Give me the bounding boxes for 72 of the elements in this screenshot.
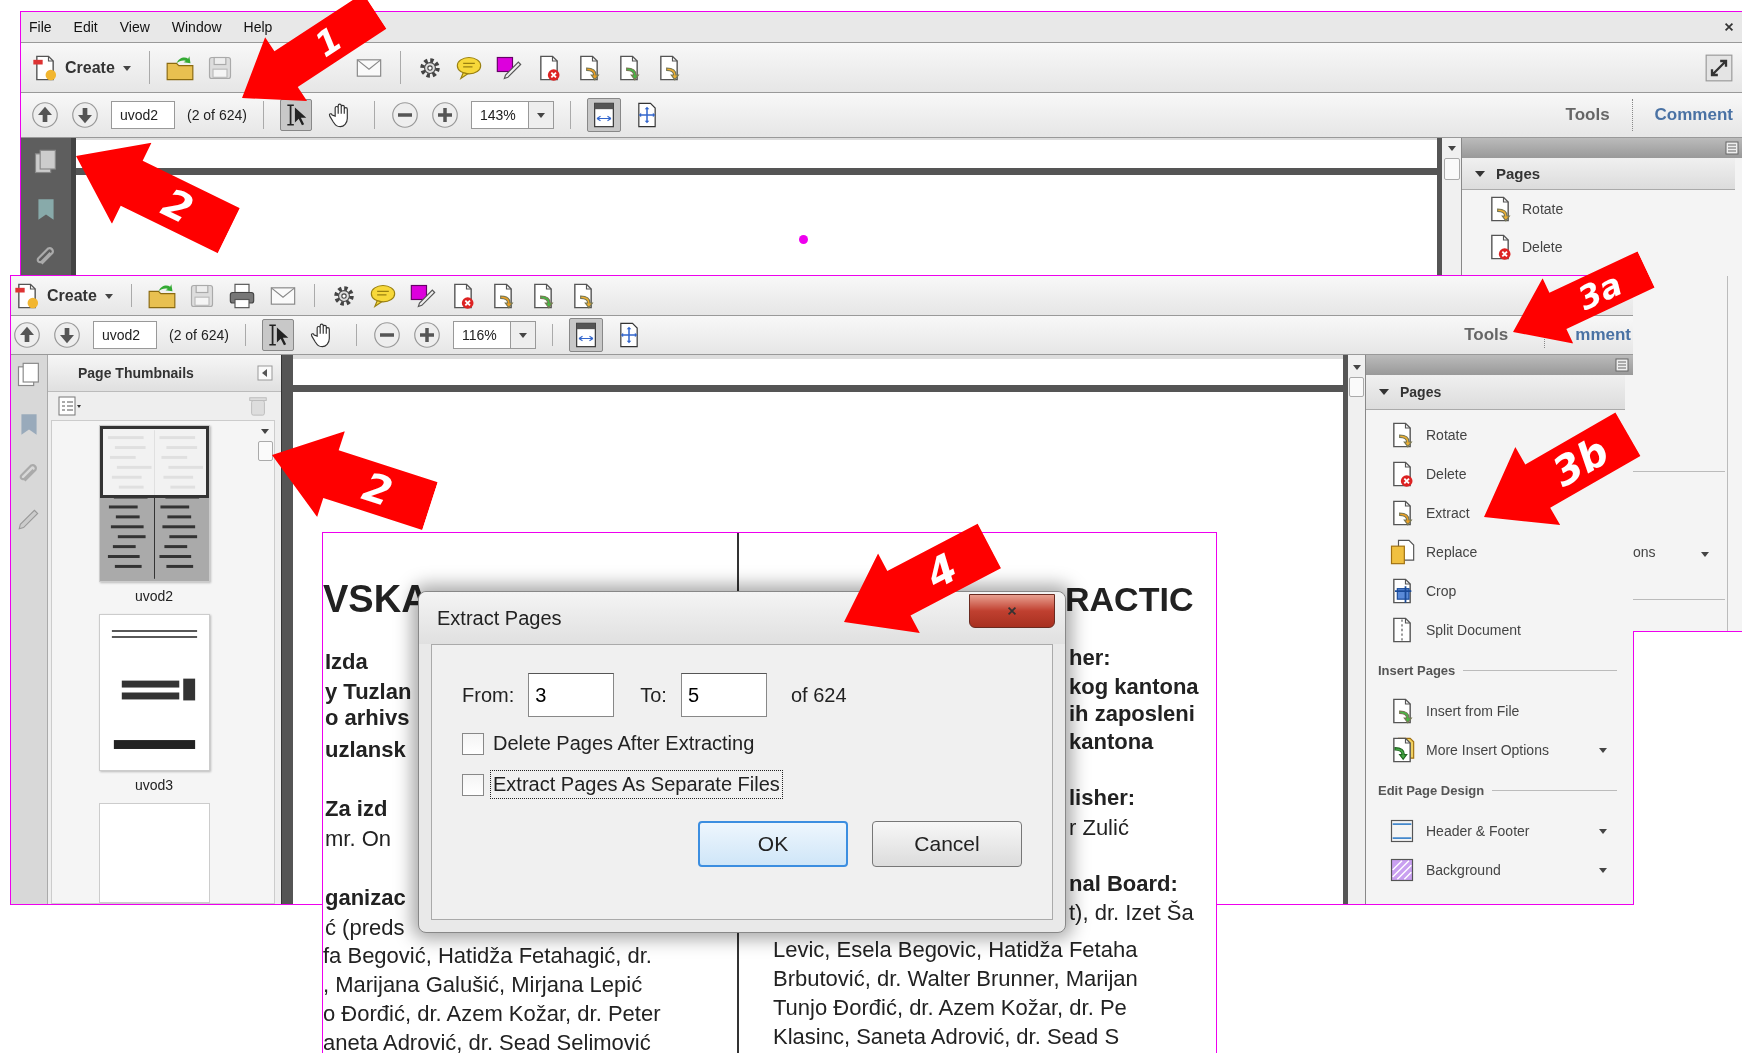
panel-item[interactable]: Rotate (1462, 190, 1568, 228)
create-button[interactable]: Create (31, 53, 133, 82)
document-text: mr. On (325, 826, 391, 852)
panel-title: Page Thumbnails (78, 365, 195, 381)
field-label: From: (462, 683, 515, 707)
cancel-button[interactable]: Cancel (872, 821, 1022, 867)
document-text: ih zaposleni (1069, 701, 1195, 727)
section-header[interactable]: Pages (1366, 375, 1625, 410)
panel-tab[interactable]: Tools (1565, 105, 1610, 125)
document-text: o arhivs (325, 705, 410, 731)
field-label: To: (640, 683, 667, 707)
menu-item[interactable]: Window (171, 19, 222, 35)
panel-item[interactable]: Crop (1366, 571, 1471, 610)
document-text: uzlansk (325, 737, 406, 763)
document-text: y Tuzlan (325, 679, 412, 705)
document-text: Za izd (325, 796, 388, 822)
menu-item[interactable]: View (119, 19, 150, 35)
zoom-field[interactable]: 143% (470, 101, 529, 129)
section-header[interactable]: Pages (1462, 158, 1735, 190)
page-number-field[interactable]: uvod2 (111, 101, 175, 129)
checkbox-label[interactable]: Delete Pages After Extracting (490, 729, 758, 758)
document-text: fa Begović, Hatidža Fetahagić, dr. (323, 943, 652, 969)
document-text: o Đorđić, dr. Azem Kožar, dr. Peter (323, 1001, 661, 1027)
panel-item[interactable]: Extract (1366, 493, 1484, 532)
page-total: of 624 (790, 683, 847, 707)
panel-item[interactable]: Delete (1366, 454, 1481, 493)
panel-tab[interactable]: Tools (1464, 325, 1509, 345)
page-number-field[interactable]: uvod2 (93, 321, 157, 349)
page-count: (2 of 624) (187, 107, 247, 123)
from-field[interactable]: 3 (528, 673, 615, 717)
document-text: t), dr. Izet Ša (1069, 900, 1194, 926)
to-field[interactable]: 5 (680, 673, 767, 717)
document-text: kantona (1069, 729, 1154, 755)
panel-item[interactable]: Split Document (1366, 610, 1535, 649)
ok-button[interactable]: OK (698, 821, 848, 867)
menu-item[interactable]: Help (243, 19, 273, 35)
panel-tab[interactable]: Comment (1654, 105, 1733, 125)
group-heading: Edit Page Design (1378, 782, 1485, 798)
panel-item[interactable]: Rotate (1366, 415, 1482, 454)
zoom-field[interactable]: 116% (452, 321, 511, 349)
document-text: kog kantona (1069, 674, 1199, 700)
menu-item[interactable]: File (29, 19, 52, 35)
panel-item[interactable]: Header & Footer (1366, 811, 1633, 850)
thumbnail-label: uvod3 (134, 777, 174, 793)
document-text: ganizac (325, 885, 406, 911)
document-text: , Marijana Galušić, Mirjana Lepić (323, 972, 643, 998)
panel-item[interactable]: Replace (1366, 532, 1492, 571)
document-text: nal Board: (1069, 871, 1178, 897)
document-text: r Zulić (1069, 815, 1129, 841)
checkbox-label[interactable]: Extract Pages As Separate Files (490, 770, 783, 799)
create-button[interactable]: Create (13, 281, 115, 310)
panel-item[interactable]: More Insert Options (1366, 730, 1633, 769)
panel-item[interactable]: Background (1366, 850, 1633, 889)
dialog-title: Extract Pages (437, 606, 563, 630)
document-text: ć (preds (325, 915, 405, 941)
document-text: Klasinc, Saneta Adrović, dr. Sead S (773, 1024, 1120, 1050)
document-text: lisher: (1069, 785, 1136, 811)
document-text: Levic, Esela Begovic, Hatidža Fetaha (773, 937, 1138, 963)
document-text: Izda (325, 649, 368, 675)
page-count: (2 of 624) (169, 327, 229, 343)
document-heading: RACTIC (1065, 579, 1194, 620)
menu-item-fragment[interactable]: ons (1633, 544, 1656, 560)
document-text: aneta Adrović, dr. Sead Selimović (323, 1030, 651, 1053)
document-text: her: (1069, 645, 1111, 671)
panel-item[interactable]: Insert from File (1366, 691, 1534, 730)
document-text: Tunjo Đorđić, dr. Azem Kožar, dr. Pe (773, 995, 1127, 1021)
panel-item[interactable]: Delete (1462, 228, 1567, 266)
menu-item[interactable]: Edit (73, 19, 98, 35)
thumbnail-label: uvod2 (134, 588, 174, 604)
panel-tab[interactable]: mment (1575, 325, 1631, 345)
group-heading: Insert Pages (1378, 662, 1456, 678)
document-text: Brbutović, dr. Walter Brunner, Marijan (773, 966, 1138, 992)
